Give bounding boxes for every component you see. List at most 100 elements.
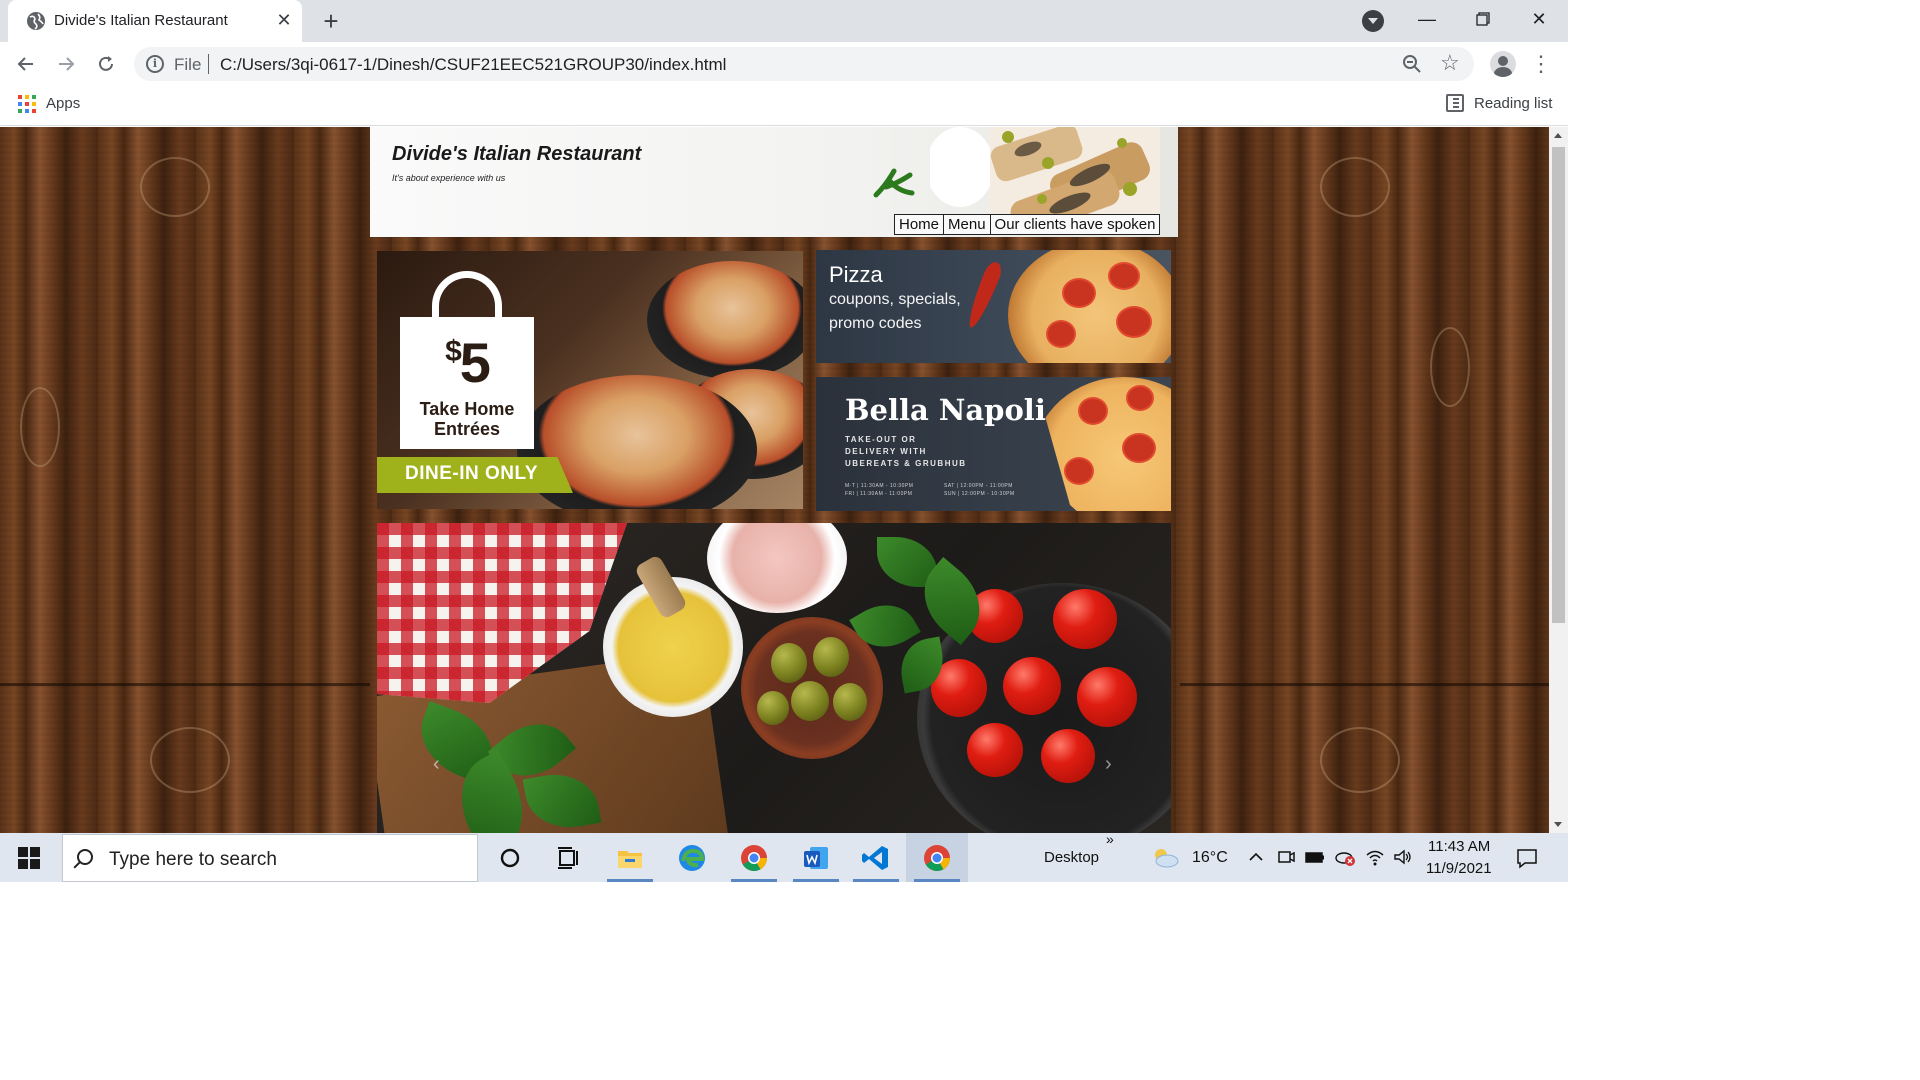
hours-saturday: SAT | 12:00PM - 11:00PM bbox=[944, 483, 1013, 489]
napoli-line-3: UBEREATS & GRUBHUB bbox=[845, 459, 967, 468]
apps-bookmark[interactable]: Apps bbox=[46, 95, 80, 112]
hero-carousel[interactable]: ‹ › bbox=[377, 523, 1171, 833]
profile-icon[interactable] bbox=[1490, 51, 1516, 77]
restore-button[interactable] bbox=[1468, 6, 1498, 32]
take-home-promo[interactable]: $5 Take Home Entrées DINE-IN ONLY bbox=[377, 251, 803, 509]
reload-icon[interactable] bbox=[92, 50, 120, 78]
promo-line-2: Entrées bbox=[433, 419, 501, 439]
apps-icon[interactable] bbox=[18, 95, 36, 113]
olive bbox=[791, 681, 829, 721]
zoom-icon[interactable] bbox=[1402, 54, 1422, 74]
tab-search-icon[interactable] bbox=[1362, 10, 1384, 32]
browser-tab[interactable]: Divide's Italian Restaurant ✕ bbox=[8, 0, 302, 42]
clock-time[interactable]: 11:43 AM bbox=[1428, 838, 1490, 855]
pepperoni bbox=[1126, 385, 1154, 411]
olive bbox=[813, 637, 849, 677]
pepperoni bbox=[1122, 433, 1156, 463]
page-scrollbar[interactable] bbox=[1549, 127, 1568, 833]
pepperoni bbox=[1078, 397, 1108, 425]
olive bbox=[833, 683, 867, 721]
temperature[interactable]: 16°C bbox=[1192, 849, 1228, 867]
tab-title: Divide's Italian Restaurant bbox=[54, 12, 228, 29]
pizza-title: Pizza bbox=[829, 262, 883, 287]
volume-icon[interactable] bbox=[1392, 847, 1414, 867]
info-icon[interactable]: i bbox=[146, 55, 164, 73]
carousel-next-icon[interactable]: › bbox=[1105, 753, 1112, 776]
star-icon[interactable]: ☆ bbox=[1440, 50, 1460, 76]
olive bbox=[771, 643, 807, 683]
onedrive-error-icon[interactable] bbox=[1334, 847, 1356, 867]
spaghetti-bowl-image bbox=[647, 261, 803, 379]
desktop-toolbar[interactable]: Desktop bbox=[1044, 849, 1099, 866]
url-text[interactable]: C:/Users/3qi-0617-1/Dinesh/CSUF21EEC521G… bbox=[220, 55, 726, 75]
edge-icon[interactable] bbox=[676, 842, 708, 874]
nav-menu[interactable]: Menu bbox=[944, 215, 991, 234]
weather-cloud-icon[interactable] bbox=[1150, 845, 1180, 869]
file-explorer-icon[interactable] bbox=[614, 842, 646, 874]
bella-napoli-promo[interactable]: Bella Napoli TAKE-OUT OR DELIVERY WITH U… bbox=[816, 377, 1171, 511]
pizza-line-2: promo codes bbox=[829, 315, 922, 332]
site-tagline: It's about experience with us bbox=[392, 173, 506, 183]
running-indicator bbox=[914, 879, 960, 882]
pizza-promo[interactable]: Pizza coupons, specials, promo codes bbox=[816, 250, 1171, 363]
scroll-down-icon[interactable] bbox=[1554, 822, 1562, 827]
nav-testimonials[interactable]: Our clients have spoken bbox=[990, 215, 1160, 234]
forward-icon[interactable] bbox=[52, 50, 80, 78]
hours-friday: FRI | 11:30AM - 11:00PM bbox=[845, 491, 913, 497]
wood-seam bbox=[0, 683, 370, 686]
pepperoni bbox=[1064, 457, 1094, 485]
doodle-veg bbox=[20, 387, 60, 467]
nav-home[interactable]: Home bbox=[895, 215, 945, 234]
cortana-icon[interactable] bbox=[494, 842, 526, 874]
toolbar-overflow-icon[interactable]: » bbox=[1106, 831, 1114, 847]
running-indicator bbox=[607, 879, 653, 882]
scroll-up-icon[interactable] bbox=[1554, 133, 1562, 138]
scroll-thumb[interactable] bbox=[1552, 147, 1565, 623]
promo-line-1: Take Home bbox=[419, 399, 515, 419]
wood-seam bbox=[1180, 683, 1549, 686]
salt-bowl-image bbox=[707, 523, 847, 613]
chrome-icon[interactable] bbox=[738, 842, 770, 874]
site-header: Divide's Italian Restaurant It's about e… bbox=[370, 127, 1178, 237]
task-view-icon[interactable] bbox=[552, 842, 584, 874]
bookmarks-bar: Apps Reading list bbox=[0, 86, 1568, 126]
napoli-line-2: DELIVERY WITH bbox=[845, 447, 927, 456]
running-indicator bbox=[793, 879, 839, 882]
address-bar[interactable]: i File C:/Users/3qi-0617-1/Dinesh/CSUF21… bbox=[134, 47, 1474, 81]
word-icon[interactable] bbox=[800, 842, 832, 874]
notifications-icon[interactable] bbox=[1516, 847, 1538, 869]
battery-icon[interactable] bbox=[1304, 847, 1326, 867]
carousel-prev-icon[interactable]: ‹ bbox=[433, 753, 440, 776]
doodle-pumpkin bbox=[1320, 157, 1390, 217]
close-window-button[interactable]: ✕ bbox=[1524, 6, 1554, 32]
napoli-line-1: TAKE-OUT OR bbox=[845, 435, 917, 444]
clock-date[interactable]: 11/9/2021 bbox=[1426, 860, 1492, 877]
close-tab-icon[interactable]: ✕ bbox=[274, 10, 294, 30]
search-icon bbox=[77, 849, 93, 865]
pizza-image bbox=[1008, 250, 1171, 363]
new-tab-button[interactable]: + bbox=[318, 8, 344, 35]
chevron-up-icon[interactable] bbox=[1246, 847, 1266, 867]
doodle-pumpkin bbox=[1320, 727, 1400, 793]
chrome-active-icon[interactable] bbox=[921, 842, 953, 874]
taskbar-search-placeholder: Type here to search bbox=[109, 849, 277, 870]
olive bbox=[757, 691, 789, 725]
wifi-icon[interactable] bbox=[1364, 847, 1386, 867]
meet-now-icon[interactable] bbox=[1276, 847, 1296, 867]
restore-icon bbox=[1476, 12, 1490, 26]
menu-icon[interactable]: ⋮ bbox=[1530, 50, 1552, 78]
take-home-bag: $5 Take Home Entrées bbox=[400, 317, 534, 449]
tomato bbox=[1077, 667, 1137, 727]
promo-price: $5 bbox=[400, 335, 534, 391]
pizza-line-1: coupons, specials, bbox=[829, 291, 961, 308]
taskbar-search[interactable]: Type here to search bbox=[62, 834, 478, 882]
hours-sunday: SUN | 12:00PM - 10:30PM bbox=[944, 491, 1015, 497]
vscode-icon[interactable] bbox=[860, 842, 892, 874]
windows-taskbar: Type here to search Desktop » 16°C 11:43… bbox=[0, 831, 1568, 882]
reading-list-button[interactable]: Reading list bbox=[1474, 95, 1552, 112]
windows-start-icon[interactable] bbox=[18, 847, 40, 869]
url-separator bbox=[208, 54, 209, 74]
minimize-button[interactable]: — bbox=[1412, 6, 1442, 32]
reading-list-icon[interactable] bbox=[1446, 94, 1464, 112]
back-icon[interactable] bbox=[12, 50, 40, 78]
